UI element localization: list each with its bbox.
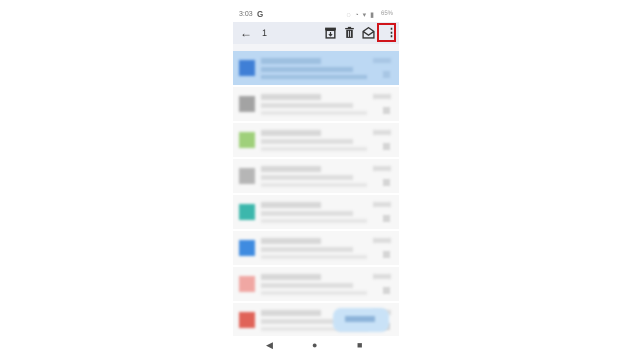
email-row[interactable] [233,231,399,265]
email-date-blurred [373,58,391,63]
star-icon[interactable] [383,107,390,114]
sender-name-blurred [261,94,321,100]
email-subject-blurred [261,175,353,180]
email-snippet-blurred [261,219,367,223]
sender-avatar [239,96,255,112]
phone-screen: 3:03 G ◌ ◔ ▾ ▮ 65% ← 1 ⋮ ◀ ● ■ [233,8,399,355]
star-icon[interactable] [383,71,390,78]
sender-avatar [239,60,255,76]
sender-avatar [239,240,255,256]
email-snippet-blurred [261,255,367,259]
email-row[interactable] [233,87,399,121]
nav-recents-icon[interactable]: ■ [357,339,362,351]
system-status-icons: ◌ ◔ ▾ ▮ [346,12,375,19]
email-row[interactable] [233,195,399,229]
sender-avatar [239,204,255,220]
nav-home-icon[interactable]: ● [312,339,317,351]
status-bar: 3:03 G ◌ ◔ ▾ ▮ 65% [233,8,399,22]
list-divider [233,44,399,51]
email-date-blurred [373,274,391,279]
email-snippet-blurred [261,147,367,151]
more-options-highlight[interactable]: ⋮ [377,23,397,42]
email-row[interactable] [233,267,399,301]
email-subject-blurred [261,67,353,72]
archive-icon[interactable] [324,26,337,39]
android-nav-bar: ◀ ● ■ [233,336,399,355]
sender-name-blurred [261,166,321,172]
star-icon[interactable] [383,215,390,222]
sender-name-blurred [261,58,321,64]
back-arrow-icon[interactable]: ← [240,26,252,40]
sender-name-blurred [261,130,321,136]
mark-read-mail-icon[interactable] [362,26,375,39]
email-date-blurred [373,130,391,135]
compose-label [345,316,375,322]
email-row[interactable] [233,123,399,157]
email-date-blurred [373,166,391,171]
sender-name-blurred [261,238,321,244]
star-icon[interactable] [383,179,390,186]
email-subject-blurred [261,283,353,288]
star-icon[interactable] [383,143,390,150]
more-vert-icon[interactable]: ⋮ [386,27,397,39]
email-list [233,44,399,339]
trash-icon[interactable] [343,26,356,39]
selected-count: 1 [262,28,268,38]
email-date-blurred [373,202,391,207]
email-snippet-blurred [261,183,367,187]
email-subject-blurred [261,139,353,144]
email-snippet-blurred [261,111,367,115]
sender-name-blurred [261,202,321,208]
sender-name-blurred [261,274,321,280]
compose-button[interactable] [333,308,389,332]
sender-name-blurred [261,310,321,316]
email-subject-blurred [261,103,353,108]
status-time: 3:03 [239,11,253,18]
sender-avatar [239,132,255,148]
star-icon[interactable] [383,251,390,258]
email-date-blurred [373,94,391,99]
email-snippet-blurred [261,291,367,295]
sender-avatar [239,168,255,184]
email-date-blurred [373,238,391,243]
email-subject-blurred [261,211,353,216]
email-row[interactable] [233,159,399,193]
star-icon[interactable] [383,287,390,294]
selection-app-bar: ← 1 ⋮ [233,22,399,44]
email-subject-blurred [261,247,353,252]
sender-avatar [239,276,255,292]
google-icon: G [257,10,264,19]
nav-back-icon[interactable]: ◀ [266,339,273,351]
battery-percent: 65% [380,11,393,17]
email-snippet-blurred [261,75,367,79]
sender-avatar [239,312,255,328]
email-row[interactable] [233,51,399,85]
